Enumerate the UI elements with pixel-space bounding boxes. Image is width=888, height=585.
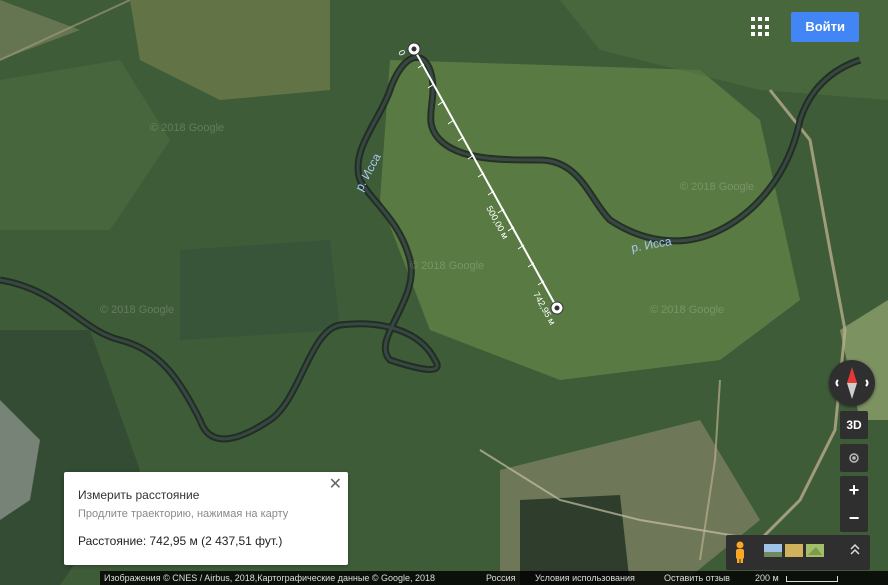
country-link[interactable]: Россия (486, 571, 516, 585)
feedback-link[interactable]: Оставить отзыв (664, 571, 730, 585)
watermark: © 2018 Google (410, 260, 484, 272)
imagery-thumbnails-icon[interactable] (764, 544, 824, 557)
terms-link[interactable]: Условия использования (535, 571, 635, 585)
imagery-panel (726, 535, 870, 570)
imagery-panel-graphics (736, 541, 860, 564)
measure-distance-value: Расстояние: 742,95 м (2 437,51 фут.) (78, 534, 283, 548)
toggle-3d-button[interactable]: 3D (840, 411, 868, 439)
measure-hint: Продлите траекторию, нажимая на карту (78, 508, 289, 520)
zoom-controls: + − (840, 476, 868, 532)
watermark: © 2018 Google (680, 181, 754, 193)
apps-grid-icon[interactable] (751, 17, 771, 37)
pegman-icon[interactable] (736, 541, 744, 564)
watermark: © 2018 Google (150, 122, 224, 134)
measure-distance-card: Измерить расстояние Продлите траекторию,… (64, 472, 348, 565)
attribution-text: Изображения © CNES / Airbus, 2018,Картог… (104, 573, 436, 583)
watermark: © 2018 Google (650, 304, 724, 316)
scale-label: 200 м (755, 573, 779, 583)
map-footer: Изображения © CNES / Airbus, 2018,Картог… (100, 571, 888, 585)
measure-title: Измерить расстояние (78, 488, 200, 502)
zoom-out-button[interactable]: − (840, 504, 868, 532)
top-right-controls: Войти (751, 12, 859, 42)
watermark: © 2018 Google (100, 304, 174, 316)
zoom-in-button[interactable]: + (840, 476, 868, 504)
login-button[interactable]: Войти (791, 12, 859, 42)
compass-icon[interactable] (829, 360, 875, 406)
close-icon[interactable]: ✕ (329, 474, 342, 494)
expand-up-icon[interactable] (850, 543, 860, 555)
my-location-icon[interactable] (840, 444, 868, 472)
scale-bar (786, 576, 838, 582)
